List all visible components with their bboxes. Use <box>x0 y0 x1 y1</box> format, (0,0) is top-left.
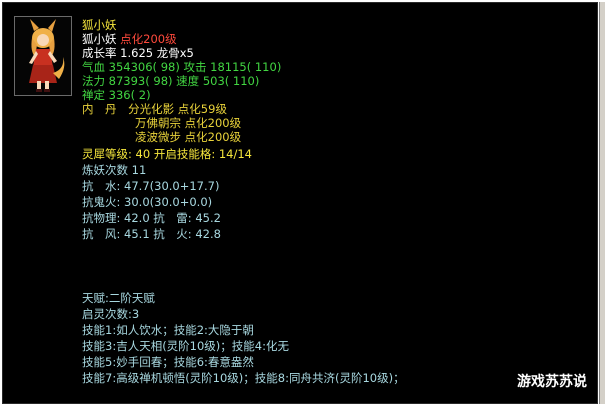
hp-label: 气血 <box>82 60 105 74</box>
pet-title: 狐小妖 <box>82 18 117 32</box>
awaken-row: 启灵次数:3 <box>82 307 139 321</box>
skills-text: 技能7:高级禅机顿悟(灵阶10级)；技能8:同舟共济(灵阶10级)； <box>82 371 405 385</box>
focus-value: 336( 2) <box>108 88 151 102</box>
skills-text: 技能3:吉人天相(灵阶10级)；技能4:化无 <box>82 339 289 353</box>
focus-label: 禅定 <box>82 88 105 102</box>
watermark: 游戏苏苏说 <box>517 374 587 390</box>
mp-spd-row: 法力 87393( 98) 速度 503( 110) <box>82 74 259 88</box>
growth-extra: 龙骨x5 <box>156 46 194 60</box>
talent-row: 天赋:二阶天赋 <box>82 291 155 305</box>
growth-value: 1.625 <box>120 46 154 60</box>
hp-value: 354306( 98) <box>108 60 180 74</box>
neidan-label: 内 丹 <box>82 102 117 116</box>
skills-row-2: 技能3:吉人天相(灵阶10级)；技能4:化无 <box>82 339 289 353</box>
pet-name-row: 狐小妖 点化200级 <box>82 32 177 46</box>
pet-portrait <box>14 16 72 96</box>
resist-ghost-text: 抗鬼火: 30.0(30.0+0.0) <box>82 195 213 209</box>
spirit-row: 灵犀等级: 40 开启技能格: 14/14 <box>82 147 252 161</box>
hp-atk-row: 气血 354306( 98) 攻击 18115( 110) <box>82 60 281 74</box>
skills-row-3: 技能5:妙手回春；技能6:春意盎然 <box>82 355 254 369</box>
mp-value: 87393( 98) <box>108 74 173 88</box>
atk-value: 18115( 110) <box>210 60 282 74</box>
resist-wind-fire-text: 抗 风: 45.1 抗 火: 42.8 <box>82 227 221 241</box>
neidan-row-1: 内 丹 分光化影 点化59级 <box>82 102 227 116</box>
resist-water-text: 抗 水: 47.7(30.0+17.7) <box>82 179 220 193</box>
neidan-item: 凌波微步 点化200级 <box>135 130 242 144</box>
refine-row: 炼妖次数 11 <box>82 163 146 177</box>
spd-value: 503( 110) <box>202 74 260 88</box>
skills-row-1: 技能1:如人饮水；技能2:大隐于朝 <box>82 323 254 337</box>
neidan-row-2: 万佛朝宗 点化200级 <box>135 116 241 130</box>
talent-text: 天赋:二阶天赋 <box>82 291 155 305</box>
resist-ghost-row: 抗鬼火: 30.0(30.0+0.0) <box>82 195 212 209</box>
pet-title-text: 狐小妖 <box>82 18 117 32</box>
neidan-item: 万佛朝宗 点化200级 <box>135 116 242 130</box>
pet-name-mod: 点化200级 <box>120 32 177 46</box>
atk-label: 攻击 <box>183 60 207 74</box>
awaken-text: 启灵次数:3 <box>82 307 140 321</box>
growth-row: 成长率 1.625 龙骨x5 <box>82 46 194 60</box>
spirit-text: 灵犀等级: 40 开启技能格: 14/14 <box>82 147 252 161</box>
refine-text: 炼妖次数 11 <box>82 163 147 177</box>
scrollbar[interactable] <box>599 2 605 404</box>
growth-label: 成长率 <box>82 46 117 60</box>
focus-row: 禅定 336( 2) <box>82 88 151 102</box>
fox-girl-portrait-image <box>29 19 65 92</box>
resist-wind-fire-row: 抗 风: 45.1 抗 火: 42.8 <box>82 227 221 241</box>
resist-phys-thunder-text: 抗物理: 42.0 抗 雷: 45.2 <box>82 211 221 225</box>
spd-label: 速度 <box>176 74 200 88</box>
mp-label: 法力 <box>82 74 105 88</box>
pet-name: 狐小妖 <box>82 32 117 46</box>
pet-info-panel: 狐小妖 狐小妖 点化200级 成长率 1.625 龙骨x5 气血 354306(… <box>2 2 598 404</box>
resist-phys-thunder-row: 抗物理: 42.0 抗 雷: 45.2 <box>82 211 221 225</box>
skills-row-4: 技能7:高级禅机顿悟(灵阶10级)；技能8:同舟共济(灵阶10级)； <box>82 371 405 385</box>
skills-text: 技能5:妙手回春；技能6:春意盎然 <box>82 355 254 369</box>
neidan-row-3: 凌波微步 点化200级 <box>135 130 241 144</box>
skills-text: 技能1:如人饮水；技能2:大隐于朝 <box>82 323 254 337</box>
neidan-item: 分光化影 点化59级 <box>128 102 227 116</box>
resist-water-row: 抗 水: 47.7(30.0+17.7) <box>82 179 219 193</box>
